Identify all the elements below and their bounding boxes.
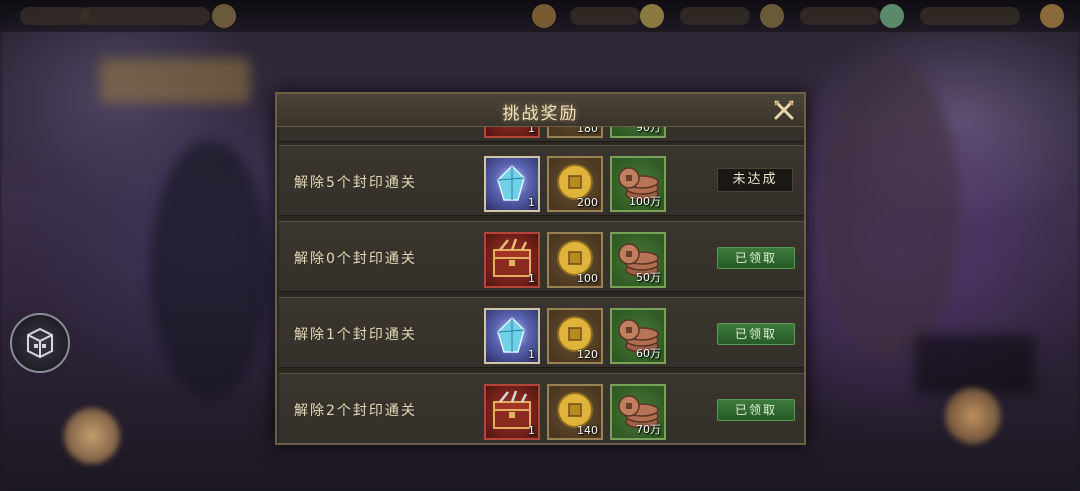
reward-condition-label: 解除2个封印通关 [294, 403, 417, 419]
resource-coin-icon [640, 4, 664, 28]
item-quantity: 100万 [629, 195, 661, 208]
close-x-icon [774, 100, 794, 120]
reward-row: 1 180 90万 [279, 127, 804, 142]
reward-item-copper[interactable]: 60万 [610, 308, 666, 364]
reward-condition-label: 解除5个封印通关 [294, 175, 417, 191]
reward-item-chest[interactable]: 1 [484, 232, 540, 288]
item-quantity: 1 [528, 127, 535, 135]
close-button[interactable] [772, 98, 796, 122]
resource-coin-icon [880, 4, 904, 28]
item-quantity: 120 [577, 348, 598, 361]
item-quantity: 1 [528, 348, 535, 361]
reward-item-gem[interactable]: 1 [484, 156, 540, 212]
resource-slot [920, 7, 1020, 25]
resource-coin-icon [760, 4, 784, 28]
reward-item-gold[interactable]: 180 [547, 127, 603, 138]
item-quantity: 70万 [636, 423, 661, 436]
reward-item-chest[interactable]: 1 [484, 127, 540, 138]
background-figure [150, 140, 270, 400]
dialog-header: 挑战奖励 [277, 94, 804, 127]
item-quantity: 60万 [636, 347, 661, 360]
item-quantity: 140 [577, 424, 598, 437]
reward-row: 解除2个封印通关 1 140 70万 已领取 [279, 373, 804, 443]
claimed-button[interactable]: 已领取 [717, 399, 795, 421]
reward-item-gem[interactable]: 1 [484, 308, 540, 364]
reward-condition-label: 解除1个封印通关 [294, 327, 417, 343]
status-not-achieved: 未达成 [717, 168, 793, 192]
resource-coin-icon [532, 4, 556, 28]
reward-item-gold[interactable]: 140 [547, 384, 603, 440]
cube-menu-icon [27, 327, 53, 359]
item-quantity: 1 [528, 196, 535, 209]
reward-item-gold[interactable]: 120 [547, 308, 603, 364]
reward-row: 解除5个封印通关 1 200 100万 未达成 [279, 145, 804, 216]
resource-coin-icon [212, 4, 236, 28]
challenge-reward-dialog: 挑战奖励 1 180 90万 解除5个封印通关 1 200 100万 未达成 解… [275, 92, 806, 445]
resource-slot [80, 7, 210, 25]
reward-item-gold[interactable]: 200 [547, 156, 603, 212]
item-quantity: 90万 [636, 127, 661, 134]
background-figure [820, 60, 960, 360]
reward-list[interactable]: 1 180 90万 解除5个封印通关 1 200 100万 未达成 解除0个封印… [277, 127, 804, 443]
item-quantity: 180 [577, 127, 598, 135]
reward-item-copper[interactable]: 50万 [610, 232, 666, 288]
claimed-button[interactable]: 已领取 [717, 247, 795, 269]
top-resource-bar [0, 0, 1080, 32]
claimed-button[interactable]: 已领取 [717, 323, 795, 345]
reward-item-copper[interactable]: 100万 [610, 156, 666, 212]
resource-coin-icon [1040, 4, 1064, 28]
item-quantity: 50万 [636, 271, 661, 284]
item-quantity: 1 [528, 272, 535, 285]
background-info-panel [915, 335, 1035, 395]
background-banner [100, 58, 250, 103]
resource-slot [570, 7, 640, 25]
side-menu-button[interactable] [10, 313, 70, 373]
reward-item-copper[interactable]: 90万 [610, 127, 666, 138]
reward-item-gold[interactable]: 100 [547, 232, 603, 288]
item-quantity: 100 [577, 272, 598, 285]
reward-row: 解除0个封印通关 1 100 50万 已领取 [279, 221, 804, 292]
avatar [64, 408, 120, 464]
reward-condition-label: 解除0个封印通关 [294, 251, 417, 267]
reward-row: 解除1个封印通关 1 120 60万 已领取 [279, 297, 804, 368]
dialog-title: 挑战奖励 [502, 104, 579, 124]
reward-item-copper[interactable]: 70万 [610, 384, 666, 440]
item-quantity: 200 [577, 196, 598, 209]
avatar [945, 388, 1001, 444]
resource-slot [680, 7, 750, 25]
reward-item-chest[interactable]: 1 [484, 384, 540, 440]
resource-slot [800, 7, 880, 25]
item-quantity: 1 [528, 424, 535, 437]
